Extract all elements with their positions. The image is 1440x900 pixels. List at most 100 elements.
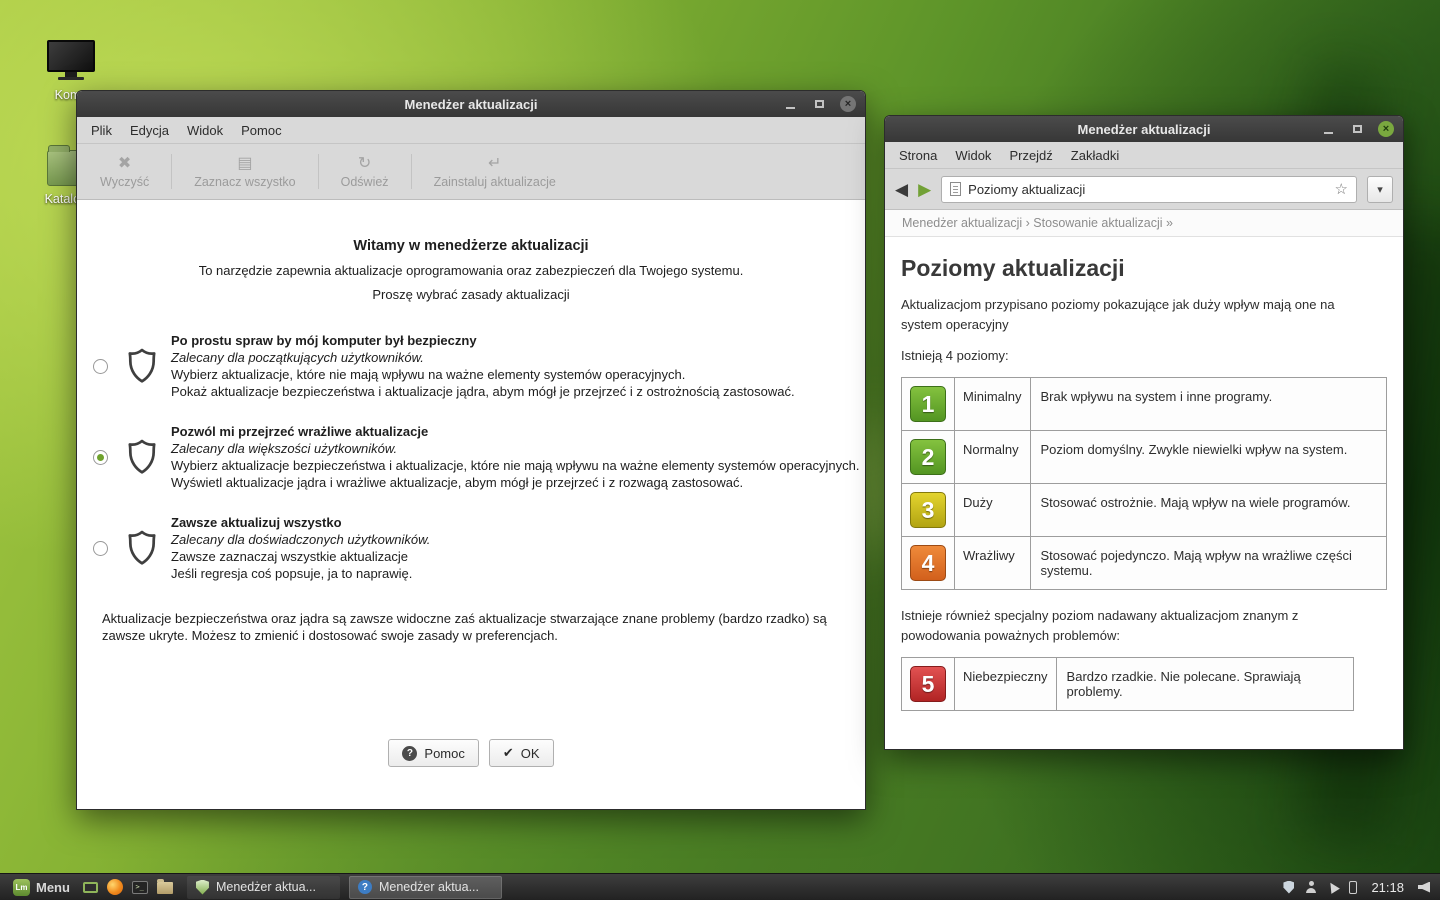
terminal-icon: >_ <box>132 880 149 894</box>
taskbar: Lm Menu >_ Menedżer aktua... ? Menedżer … <box>0 873 1440 900</box>
update-tray-icon[interactable] <box>1283 880 1295 894</box>
shield-icon <box>127 348 157 384</box>
policy-option-1[interactable]: Po prostu spraw by mój komputer był bezp… <box>93 332 865 400</box>
files-launcher[interactable] <box>153 876 178 899</box>
level-name: Normalny <box>954 430 1031 484</box>
menu-edycja[interactable]: Edycja <box>121 119 178 142</box>
select-all-button[interactable]: ▤ Zaznacz wszystko <box>179 147 310 196</box>
wizard-toolbar: ✖ Wyczyść ▤ Zaznacz wszystko ↻ Odśwież ↵… <box>77 144 865 200</box>
show-desktop-icon <box>82 881 98 893</box>
menu-zakladki[interactable]: Zakładki <box>1062 144 1128 167</box>
option-subtitle: Zalecany dla większości użytkowników. <box>171 441 398 456</box>
taskbar-window-label: Menedżer aktua... <box>378 880 480 894</box>
table-row: 2 Normalny Poziom domyślny. Zwykle niewi… <box>901 430 1388 484</box>
radio-button-selected[interactable] <box>93 449 108 465</box>
option-line: Wyświetl aktualizacje jądra i wrażliwe a… <box>171 475 744 490</box>
user-tray-icon[interactable] <box>1305 881 1317 893</box>
clear-button[interactable]: ✖ Wyczyść <box>85 147 164 196</box>
forward-button[interactable]: ▶ <box>918 181 931 198</box>
toolbar-separator <box>317 154 319 189</box>
window-controls: × <box>782 91 856 117</box>
option-title: Po prostu spraw by mój komputer był bezp… <box>171 333 477 348</box>
policy-option-2[interactable]: Pozwól mi przejrzeć wrażliwe aktualizacj… <box>93 423 865 491</box>
maximize-button[interactable] <box>811 96 827 112</box>
level-description: Stosować pojedynczo. Mają wpływ na wrażl… <box>1029 536 1388 590</box>
option-subtitle: Zalecany dla doświadczonych użytkowników… <box>171 532 431 547</box>
wizard-content: Witamy w menedżerze aktualizacji To narz… <box>77 200 865 809</box>
help-button[interactable]: ? Pomoc <box>388 739 479 767</box>
help-menubar: Strona Widok Przejdź Zakładki <box>885 142 1403 169</box>
help-titlebar[interactable]: Menedżer aktualizacji × <box>885 116 1403 142</box>
policy-option-3[interactable]: Zawsze aktualizuj wszystko Zalecany dla … <box>93 514 865 582</box>
menu-strona[interactable]: Strona <box>890 144 946 167</box>
minimize-button[interactable] <box>782 96 798 112</box>
install-updates-button[interactable]: ↵ Zainstaluj aktualizacje <box>419 147 571 196</box>
taskbar-window-help-viewer[interactable]: ? Menedżer aktua... <box>348 875 502 899</box>
maximize-button[interactable] <box>1349 121 1365 137</box>
refresh-icon: ↻ <box>357 154 372 172</box>
minimize-button[interactable] <box>1320 121 1336 137</box>
option-text: Zawsze aktualizuj wszystko Zalecany dla … <box>171 514 430 582</box>
option-subtitle: Zalecany dla początkujących użytkowników… <box>171 350 424 365</box>
close-icon: × <box>1382 123 1390 135</box>
menu-widok[interactable]: Widok <box>178 119 232 142</box>
radio-button[interactable] <box>93 358 108 374</box>
levels-table: 1 Minimalny Brak wpływu na system i inne… <box>901 377 1388 590</box>
toolbar-separator <box>410 154 412 189</box>
clock[interactable]: 21:18 <box>1371 880 1404 895</box>
ok-button[interactable]: ✔ OK <box>488 739 554 767</box>
window-title: Menedżer aktualizacji <box>404 96 538 112</box>
address-bar[interactable]: Poziomy aktualizacji ☆ <box>941 175 1357 203</box>
close-button[interactable]: × <box>1378 121 1394 137</box>
welcome-prompt: Proszę wybrać zasady aktualizacji <box>372 287 570 302</box>
toolbar-separator <box>171 154 173 189</box>
option-line: Jeśli regresja coś popsuje, ja to napraw… <box>171 566 413 581</box>
select-all-icon: ▤ <box>237 154 253 172</box>
device-tray-icon[interactable] <box>1349 880 1358 894</box>
page-icon <box>950 182 962 196</box>
minimize-icon <box>785 106 795 109</box>
minimize-icon <box>1323 131 1333 134</box>
firefox-launcher[interactable] <box>103 876 128 899</box>
radio-button[interactable] <box>93 540 108 556</box>
breadcrumb[interactable]: Menedżer aktualizacji › Stosowanie aktua… <box>885 210 1403 237</box>
cursor-tray-icon[interactable] <box>1326 880 1341 894</box>
address-dropdown-button[interactable]: ▾ <box>1367 175 1393 203</box>
clear-icon: ✖ <box>117 154 132 172</box>
ok-button-label: OK <box>520 745 540 761</box>
welcome-title: Witamy w menedżerze aktualizacji <box>353 238 589 254</box>
option-text: Pozwól mi przejrzeć wrażliwe aktualizacj… <box>171 423 859 491</box>
option-line: Zawsze zaznaczaj wszystkie aktualizacje <box>171 549 408 564</box>
table-row: 4 Wrażliwy Stosować pojedynczo. Mają wpł… <box>901 536 1388 590</box>
computer-icon-base <box>58 77 84 80</box>
maximize-icon <box>1352 125 1362 133</box>
show-desktop-button[interactable] <box>78 876 103 899</box>
system-tray: 21:18 <box>1283 880 1435 895</box>
option-line: Wybierz aktualizacje bezpieczeństwa i ak… <box>171 458 860 473</box>
help-viewer-window: Menedżer aktualizacji × Strona Widok Prz… <box>884 115 1404 750</box>
folder-icon <box>157 879 174 894</box>
option-title: Zawsze aktualizuj wszystko <box>171 515 342 530</box>
bookmark-star-icon[interactable]: ☆ <box>1335 180 1348 198</box>
menu-widok[interactable]: Widok <box>946 144 1000 167</box>
menu-przejdz[interactable]: Przejdź <box>1000 144 1061 167</box>
table-row: 5 Niebezpieczny Bardzo rzadkie. Nie pole… <box>901 657 1354 711</box>
welcome-subtitle: To narzędzie zapewnia aktualizacje oprog… <box>198 263 744 278</box>
back-button[interactable]: ◀ <box>895 181 908 198</box>
special-level-label: Istnieje również specjalny poziom nadawa… <box>901 608 1299 643</box>
shield-icon <box>127 530 157 566</box>
menu-plik[interactable]: Plik <box>82 119 121 142</box>
volume-icon[interactable] <box>1418 881 1430 893</box>
option-title: Pozwól mi przejrzeć wrażliwe aktualizacj… <box>171 424 429 439</box>
refresh-label: Odśwież <box>340 174 389 189</box>
level-name: Duży <box>954 483 1031 537</box>
wizard-titlebar[interactable]: Menedżer aktualizacji × <box>77 91 865 117</box>
close-button[interactable]: × <box>840 96 856 112</box>
policy-footnote: Aktualizacje bezpieczeństwa oraz jądra s… <box>102 611 827 643</box>
level-2-badge: 2 <box>910 439 946 475</box>
menu-pomoc[interactable]: Pomoc <box>232 119 290 142</box>
terminal-launcher[interactable]: >_ <box>128 876 153 899</box>
refresh-button[interactable]: ↻ Odśwież <box>326 147 404 196</box>
taskbar-window-update-manager[interactable]: Menedżer aktua... <box>186 875 340 899</box>
menu-button[interactable]: Lm Menu <box>5 874 78 900</box>
